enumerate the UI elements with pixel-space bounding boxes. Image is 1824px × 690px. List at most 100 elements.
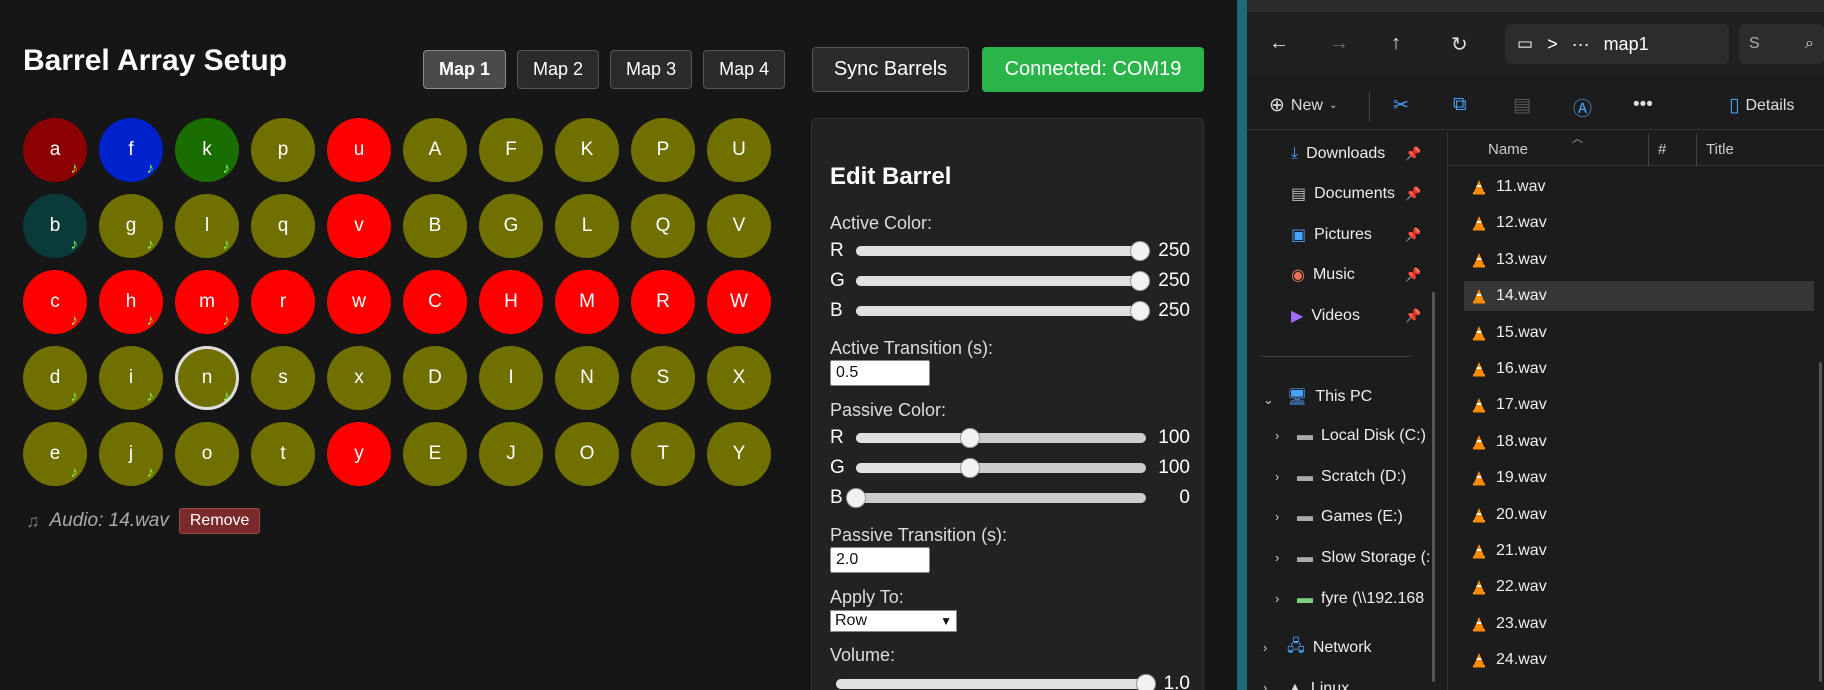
breadcrumb-path[interactable]: map1 — [1604, 34, 1649, 55]
barrel-g[interactable]: g ♪ — [99, 194, 163, 258]
nav-item-drive-e[interactable]: ▬ Games (E:) — [1297, 505, 1403, 529]
nav-item-this-pc[interactable]: 🖥 This PC — [1287, 385, 1372, 409]
active-g-slider[interactable] — [856, 271, 1151, 291]
slider-thumb[interactable] — [959, 458, 980, 478]
barrel-l[interactable]: l ♪ — [175, 194, 239, 258]
chevron-right-icon[interactable]: › — [1275, 591, 1279, 606]
rename-icon[interactable]: Ⓐ — [1573, 94, 1592, 121]
barrel-N[interactable]: N — [555, 346, 619, 410]
list-scrollbar[interactable] — [1819, 362, 1822, 682]
nav-item-drive-d[interactable]: ▬ Scratch (D:) — [1297, 465, 1406, 489]
back-icon[interactable]: ← — [1269, 32, 1289, 55]
slider-thumb[interactable] — [846, 488, 866, 508]
tab-map-2[interactable]: Map 2 — [517, 50, 600, 89]
column-name[interactable]: Name — [1488, 141, 1528, 158]
file-row[interactable]: 11.wav — [1464, 172, 1814, 202]
nav-item-downloads[interactable]: ⤓ Downloads — [1291, 142, 1385, 166]
barrel-O[interactable]: O — [555, 422, 619, 486]
file-row[interactable]: 18.wav — [1464, 427, 1814, 457]
active-transition-input[interactable] — [830, 360, 930, 386]
remove-audio-button[interactable]: Remove — [178, 508, 261, 534]
pin-icon[interactable]: 📌 — [1405, 186, 1421, 202]
volume-slider[interactable] — [836, 674, 1156, 690]
barrel-k[interactable]: k ♪ — [175, 118, 239, 182]
slider-thumb[interactable] — [1136, 674, 1156, 690]
slider-thumb[interactable] — [1130, 271, 1151, 291]
barrel-M[interactable]: M — [555, 270, 619, 334]
barrel-D[interactable]: D — [403, 346, 467, 410]
passive-b-slider[interactable] — [846, 488, 1146, 508]
nav-item-network[interactable]: 🖧 Network — [1287, 636, 1372, 660]
barrel-R[interactable]: R — [631, 270, 695, 334]
barrel-v[interactable]: v — [327, 194, 391, 258]
barrel-P[interactable]: P — [631, 118, 695, 182]
pin-icon[interactable]: 📌 — [1405, 227, 1421, 243]
barrel-K[interactable]: K — [555, 118, 619, 182]
barrel-f[interactable]: f ♪ — [99, 118, 163, 182]
file-row[interactable]: 24.wav — [1464, 645, 1814, 675]
pin-icon[interactable]: 📌 — [1405, 267, 1421, 283]
barrel-U[interactable]: U — [707, 118, 771, 182]
more-options-icon[interactable]: ••• — [1633, 94, 1653, 116]
chevron-down-icon[interactable]: ⌄ — [1263, 392, 1274, 408]
barrel-x[interactable]: x — [327, 346, 391, 410]
chevron-right-icon[interactable]: › — [1275, 509, 1279, 524]
barrel-p[interactable]: p — [251, 118, 315, 182]
nav-item-pictures[interactable]: ▣ Pictures — [1291, 223, 1372, 247]
file-row[interactable]: 22.wav — [1464, 572, 1814, 602]
file-row[interactable]: 21.wav — [1464, 536, 1814, 566]
barrel-V[interactable]: V — [707, 194, 771, 258]
breadcrumb-ellipsis[interactable]: ··· — [1572, 34, 1590, 55]
file-row[interactable]: 14.wav — [1464, 281, 1814, 312]
barrel-X[interactable]: X — [707, 346, 771, 410]
barrel-w[interactable]: w — [327, 270, 391, 334]
chevron-right-icon[interactable]: › — [1275, 428, 1279, 443]
barrel-c[interactable]: c ♪ — [23, 270, 87, 334]
cut-icon[interactable]: ✂ — [1393, 94, 1409, 117]
chevron-right-icon[interactable]: › — [1263, 680, 1267, 690]
chevron-right-icon[interactable]: › — [1275, 469, 1279, 484]
barrel-r[interactable]: r — [251, 270, 315, 334]
barrel-A[interactable]: A — [403, 118, 467, 182]
tab-map-1[interactable]: Map 1 — [423, 50, 507, 89]
barrel-o[interactable]: o — [175, 422, 239, 486]
chevron-right-icon[interactable]: › — [1275, 550, 1279, 565]
refresh-icon[interactable]: ↻ — [1451, 32, 1468, 57]
file-row[interactable]: 16.wav — [1464, 354, 1814, 384]
barrel-a[interactable]: a ♪ — [23, 118, 87, 182]
barrel-d[interactable]: d ♪ — [23, 346, 87, 410]
tab-map-4[interactable]: Map 4 — [703, 50, 786, 89]
nav-item-music[interactable]: ◉ Music — [1291, 263, 1355, 287]
search-box[interactable]: S ⌕ — [1739, 24, 1824, 64]
barrel-L[interactable]: L — [555, 194, 619, 258]
apply-to-select[interactable]: Row ▼ — [830, 610, 957, 632]
barrel-t[interactable]: t — [251, 422, 315, 486]
barrel-n[interactable]: n ♪ — [175, 346, 239, 410]
barrel-i[interactable]: i ♪ — [99, 346, 163, 410]
nav-item-drive-c[interactable]: ▬ Local Disk (C:) — [1297, 424, 1426, 448]
file-row[interactable]: 17.wav — [1464, 390, 1814, 420]
barrel-C[interactable]: C — [403, 270, 467, 334]
barrel-I[interactable]: I — [479, 346, 543, 410]
slider-thumb[interactable] — [959, 428, 980, 448]
slider-thumb[interactable] — [1130, 241, 1151, 261]
active-r-slider[interactable] — [856, 241, 1151, 261]
nav-item-videos[interactable]: ▶ Videos — [1291, 304, 1360, 328]
details-button[interactable]: ▯ Details — [1729, 94, 1794, 117]
nav-item-linux[interactable]: ▲ Linux — [1287, 677, 1349, 690]
barrel-b[interactable]: b ♪ — [23, 194, 87, 258]
barrel-B[interactable]: B — [403, 194, 467, 258]
column-separator[interactable] — [1696, 134, 1697, 166]
file-row[interactable]: 23.wav — [1464, 609, 1814, 639]
slider-thumb[interactable] — [1130, 301, 1151, 321]
up-icon[interactable]: ↑ — [1391, 32, 1401, 55]
forward-icon[interactable]: → — [1329, 32, 1349, 55]
file-row[interactable]: 19.wav — [1464, 463, 1814, 493]
column-number[interactable]: # — [1658, 141, 1666, 158]
barrel-Y[interactable]: Y — [707, 422, 771, 486]
barrel-u[interactable]: u — [327, 118, 391, 182]
barrel-S[interactable]: S — [631, 346, 695, 410]
file-row[interactable]: 15.wav — [1464, 318, 1814, 348]
nav-item-network-drive[interactable]: ▬ fyre (\\192.168 — [1297, 587, 1424, 611]
column-title[interactable]: Title — [1706, 141, 1734, 158]
